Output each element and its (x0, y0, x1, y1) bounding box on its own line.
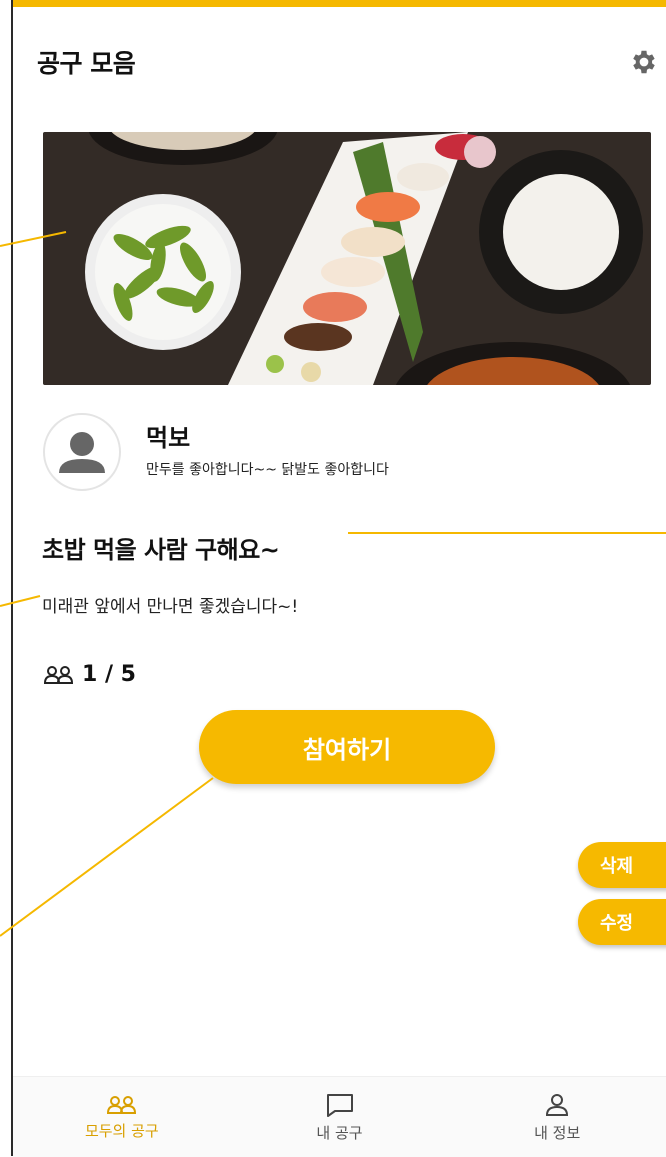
author-name: 먹보 (146, 424, 191, 452)
chat-icon (326, 1093, 353, 1117)
bottom-nav: 모두의 공구 내 공구 내 정보 (13, 1076, 666, 1157)
join-button[interactable]: 참여하기 (199, 710, 495, 784)
nav-all-group-buys[interactable]: 모두의 공구 (13, 1077, 231, 1157)
delete-button[interactable]: 삭제 (578, 842, 666, 888)
nav-label: 내 공구 (316, 1123, 363, 1142)
avatar (43, 413, 121, 491)
post-title: 초밥 먹을 사람 구해요~ (42, 536, 280, 564)
nav-label: 내 정보 (534, 1123, 581, 1142)
group-icon (43, 665, 74, 684)
participant-count: 1 / 5 (42, 662, 136, 687)
author-bio: 만두를 좋아합니다~~ 닭발도 좋아합니다 (146, 462, 389, 478)
post-body: 미래관 앞에서 만나면 좋겠습니다~! (42, 597, 299, 617)
nav-my-info[interactable]: 내 정보 (448, 1077, 666, 1157)
person-icon (546, 1093, 569, 1116)
gear-icon[interactable] (628, 46, 660, 78)
nav-my-group-buys[interactable]: 내 공구 (231, 1077, 449, 1157)
group-icon (106, 1095, 136, 1114)
page-title: 공구 모음 (37, 49, 136, 78)
nav-label: 모두의 공구 (84, 1121, 159, 1140)
participant-count-text: 1 / 5 (82, 662, 136, 687)
post-image (43, 132, 651, 385)
edit-button[interactable]: 수정 (578, 899, 666, 945)
top-accent-bar (13, 0, 666, 7)
